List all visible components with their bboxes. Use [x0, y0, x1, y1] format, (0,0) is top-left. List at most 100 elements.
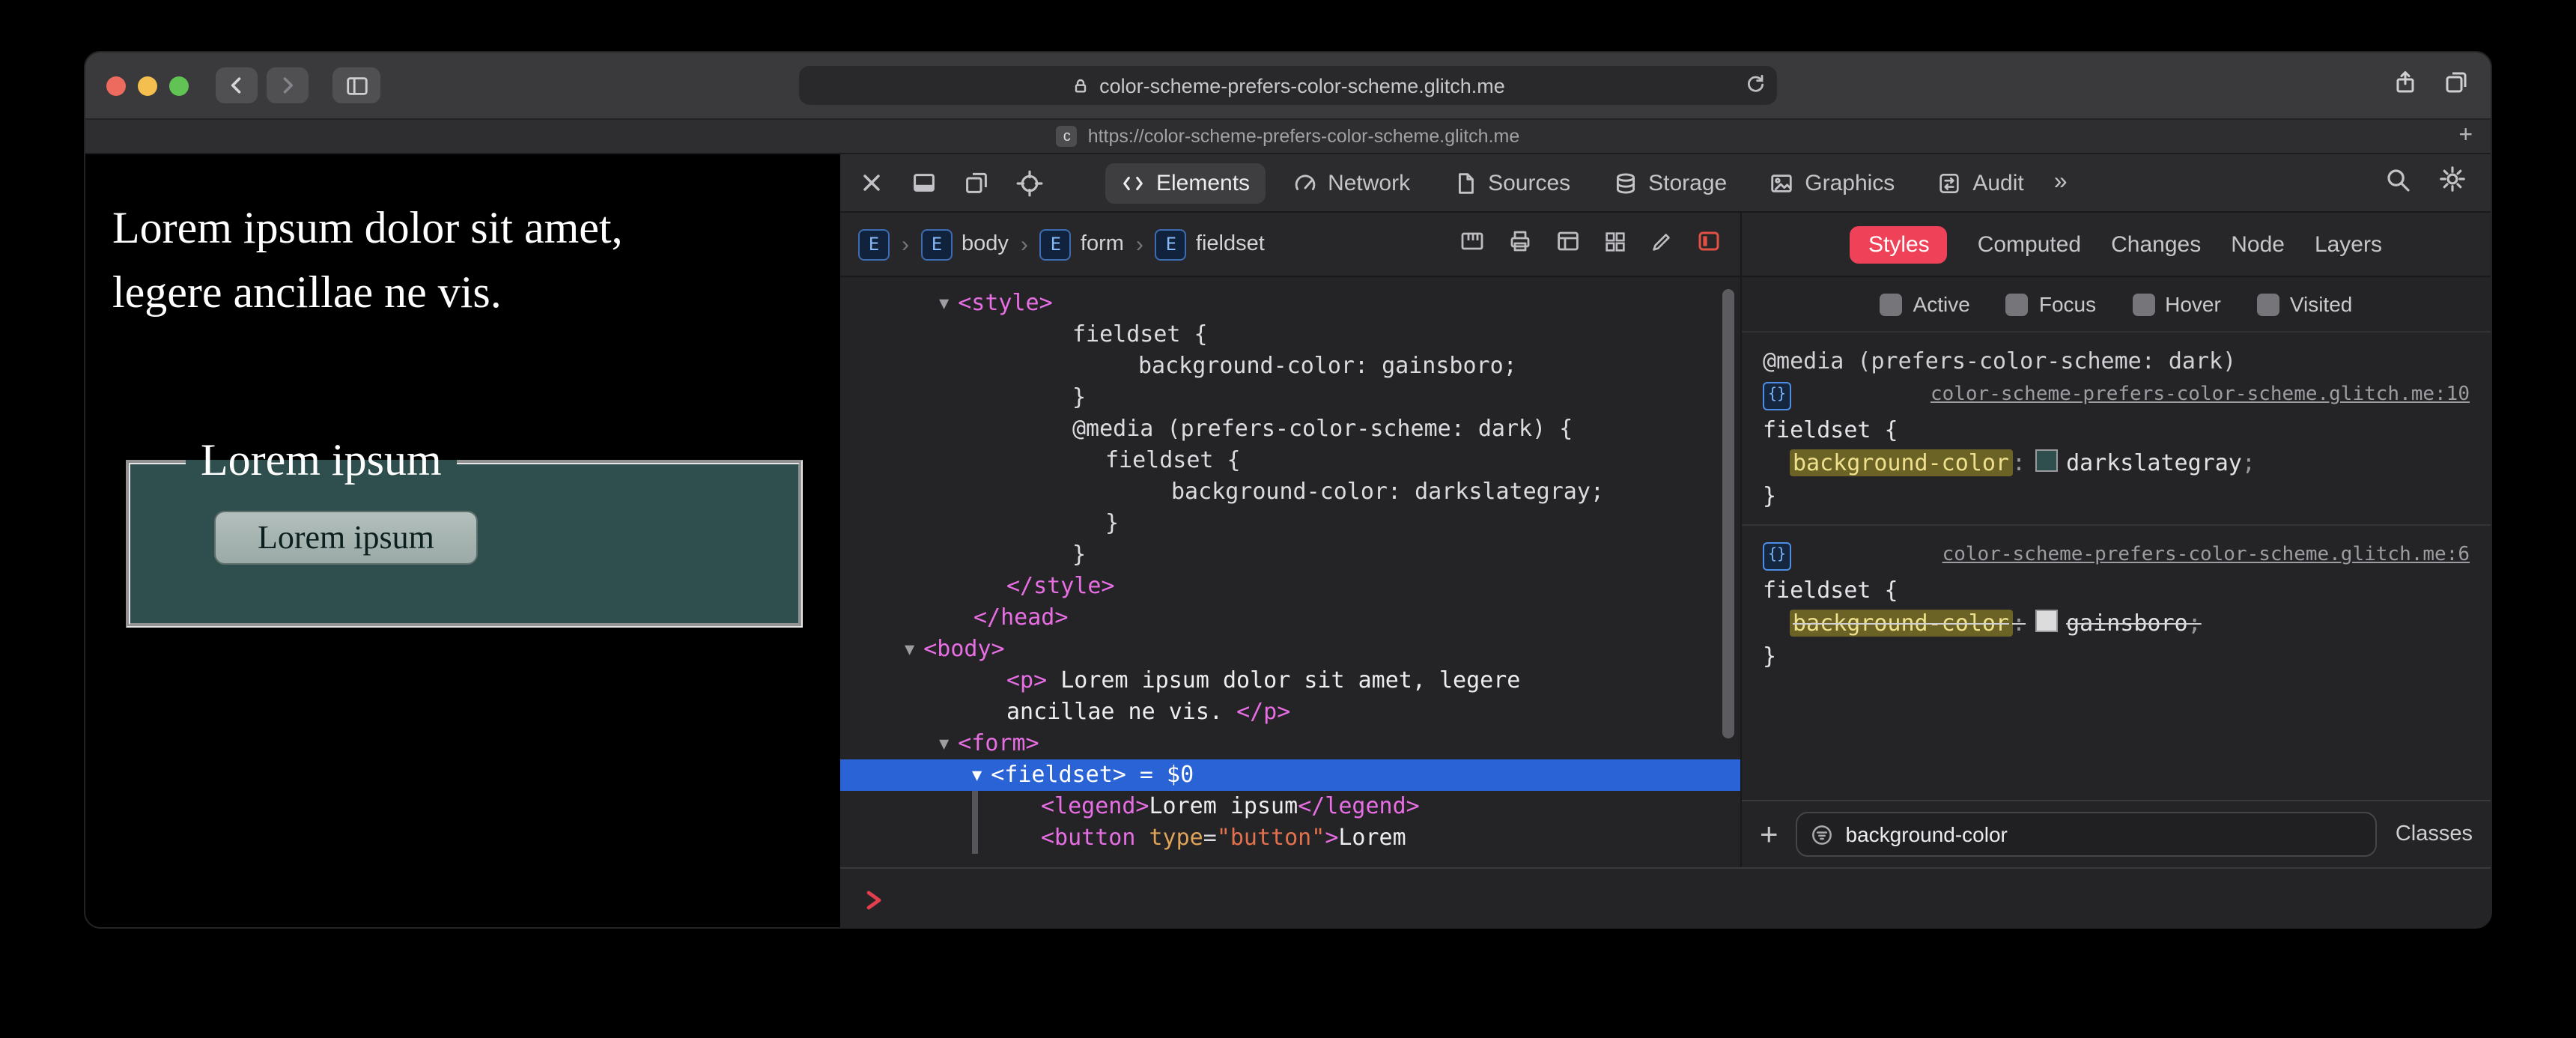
styles-filter-bar: + background-color Classes — [1742, 800, 2491, 867]
dock-bottom-button[interactable] — [911, 169, 938, 196]
dom-lines: ▼ <style> fieldset {background-color: gain… — [840, 288, 1740, 854]
css-rules: @media (prefers-color-scheme: dark) {} c… — [1742, 333, 2491, 685]
layout-rulers-button[interactable] — [1459, 228, 1486, 261]
tab-styles[interactable]: Styles — [1850, 225, 1948, 263]
rule-selector[interactable]: fieldset { — [1763, 413, 2470, 446]
dom-line[interactable]: <legend>Lorem ipsum</legend> — [840, 791, 1740, 822]
dom-line-selected[interactable]: ▼ <fieldset> = $0 — [840, 759, 1740, 791]
page-button[interactable]: Lorem ipsum — [214, 510, 478, 565]
rule-source-link[interactable]: color-scheme-prefers-color-scheme.glitch… — [1942, 539, 2470, 572]
tab-storage[interactable]: Storage — [1597, 163, 1742, 203]
element-picker-button[interactable] — [1015, 169, 1044, 197]
tab-changes[interactable]: Changes — [2111, 231, 2201, 257]
zoom-window-button[interactable] — [169, 76, 189, 95]
dom-line[interactable]: ▼ <body> — [840, 634, 1740, 665]
graphics-icon — [1771, 174, 1792, 192]
breadcrumb-label: form — [1080, 232, 1124, 256]
tab-elements[interactable]: Elements — [1105, 163, 1266, 203]
close-inspector-button[interactable] — [858, 169, 885, 196]
dom-scrollbar[interactable] — [1722, 289, 1734, 738]
dock-side-button[interactable] — [963, 169, 990, 196]
dom-line[interactable]: </style> — [840, 571, 1740, 602]
dom-line[interactable]: } — [840, 539, 1740, 571]
dom-line[interactable]: background-color: gainsboro; — [840, 350, 1740, 382]
pseudo-label: Active — [1913, 292, 1970, 316]
sidebar-toggle-button[interactable] — [332, 67, 380, 103]
frames-button[interactable] — [1555, 228, 1582, 261]
rule-selector[interactable]: fieldset { — [1763, 574, 2470, 607]
tab-node[interactable]: Node — [2231, 231, 2285, 257]
checkbox-icon[interactable] — [2005, 293, 2029, 315]
checkbox-icon[interactable] — [2256, 293, 2279, 315]
rule-close-brace: } — [1763, 643, 1777, 670]
pseudo-hover[interactable]: Hover — [2132, 292, 2221, 316]
breadcrumb-item-html[interactable]: E — [858, 228, 890, 260]
console-bar[interactable] — [840, 867, 2491, 927]
tab-network[interactable]: Network — [1277, 163, 1425, 203]
breadcrumb-item-form[interactable]: E form — [1039, 228, 1124, 260]
tab-audit[interactable]: Audit — [1922, 163, 2038, 203]
more-tabs-button[interactable]: » — [2054, 169, 2068, 196]
pseudo-focus[interactable]: Focus — [2005, 292, 2096, 316]
dom-line[interactable]: background-color: darkslategray; — [840, 476, 1740, 508]
color-swatch[interactable] — [2035, 610, 2058, 632]
dom-line[interactable]: ancillae ne vis. </p> — [840, 696, 1740, 728]
dom-line[interactable]: } — [840, 508, 1740, 539]
tab-sources[interactable]: Sources — [1437, 163, 1585, 203]
tab-overview-button[interactable] — [2443, 68, 2470, 103]
dom-line[interactable]: @media (prefers-color-scheme: dark) { — [840, 413, 1740, 445]
forward-button[interactable] — [267, 67, 309, 103]
share-button[interactable] — [2392, 68, 2419, 103]
pseudo-active[interactable]: Active — [1880, 292, 1970, 316]
close-window-button[interactable] — [106, 76, 126, 95]
checkbox-icon[interactable] — [1880, 293, 1903, 315]
tab-title[interactable]: https://color-scheme-prefers-color-schem… — [1088, 126, 1520, 147]
element-badge: E — [1155, 228, 1187, 260]
tab-layers[interactable]: Layers — [2315, 231, 2382, 257]
dom-line[interactable]: fieldset { — [840, 445, 1740, 476]
element-overlay-button[interactable] — [1695, 228, 1722, 261]
tab-label: Network — [1328, 170, 1411, 195]
network-icon — [1294, 174, 1315, 189]
dom-line[interactable]: ▼ <form> — [840, 728, 1740, 759]
dom-line[interactable]: </head> — [840, 602, 1740, 634]
print-styles-button[interactable] — [1507, 228, 1534, 261]
goto-source-icon[interactable]: {} — [1763, 381, 1791, 410]
style-filter-input[interactable]: background-color — [1796, 812, 2378, 857]
dom-line[interactable]: <button type="button">Lorem — [840, 822, 1740, 854]
reload-button[interactable] — [1744, 72, 1767, 100]
breadcrumb-item-fieldset[interactable]: E fieldset — [1155, 228, 1265, 260]
minimize-window-button[interactable] — [138, 76, 157, 95]
checkbox-icon[interactable] — [2132, 293, 2155, 315]
color-swatch[interactable] — [2035, 449, 2058, 472]
search-button[interactable] — [2384, 166, 2411, 200]
tab-label: Sources — [1488, 170, 1571, 195]
dom-line[interactable]: } — [840, 382, 1740, 413]
inspector-tab-strip: Elements Network Sources Storage Graphic… — [1105, 163, 2068, 203]
syntax-token: </style> — [1006, 572, 1115, 599]
edit-mode-button[interactable] — [1649, 228, 1674, 260]
address-bar[interactable]: color-scheme-prefers-color-scheme.glitch… — [799, 66, 1777, 105]
dom-line[interactable]: ▼ <style> — [840, 288, 1740, 319]
dom-line[interactable]: <p> Lorem ipsum dolor sit amet, legere — [840, 665, 1740, 696]
back-button[interactable] — [216, 67, 258, 103]
new-tab-button[interactable]: + — [2458, 120, 2473, 153]
rule-close-brace: } — [1763, 482, 1777, 509]
tab-computed[interactable]: Computed — [1978, 231, 2081, 257]
tab-graphics[interactable]: Graphics — [1754, 163, 1910, 203]
rule-source-link[interactable]: color-scheme-prefers-color-scheme.glitch… — [1931, 379, 2470, 412]
chevron-right-icon: › — [902, 231, 909, 257]
grid-overlay-button[interactable] — [1603, 228, 1628, 260]
css-declaration[interactable]: background-color: darkslategray; — [1763, 446, 2470, 479]
dom-line[interactable]: fieldset { — [840, 319, 1740, 350]
forward-arrow-icon — [283, 77, 294, 94]
settings-button[interactable] — [2438, 165, 2467, 201]
new-rule-button[interactable]: + — [1760, 819, 1778, 850]
pseudo-visited[interactable]: Visited — [2256, 292, 2352, 316]
goto-source-icon[interactable]: {} — [1763, 541, 1791, 570]
css-declaration-overridden[interactable]: background-color: gainsboro; — [1763, 607, 2470, 640]
breadcrumb-item-body[interactable]: E body — [921, 228, 1009, 260]
tab-label: Storage — [1648, 170, 1728, 195]
colon: : — [2012, 610, 2026, 637]
classes-toggle[interactable]: Classes — [2396, 822, 2473, 846]
